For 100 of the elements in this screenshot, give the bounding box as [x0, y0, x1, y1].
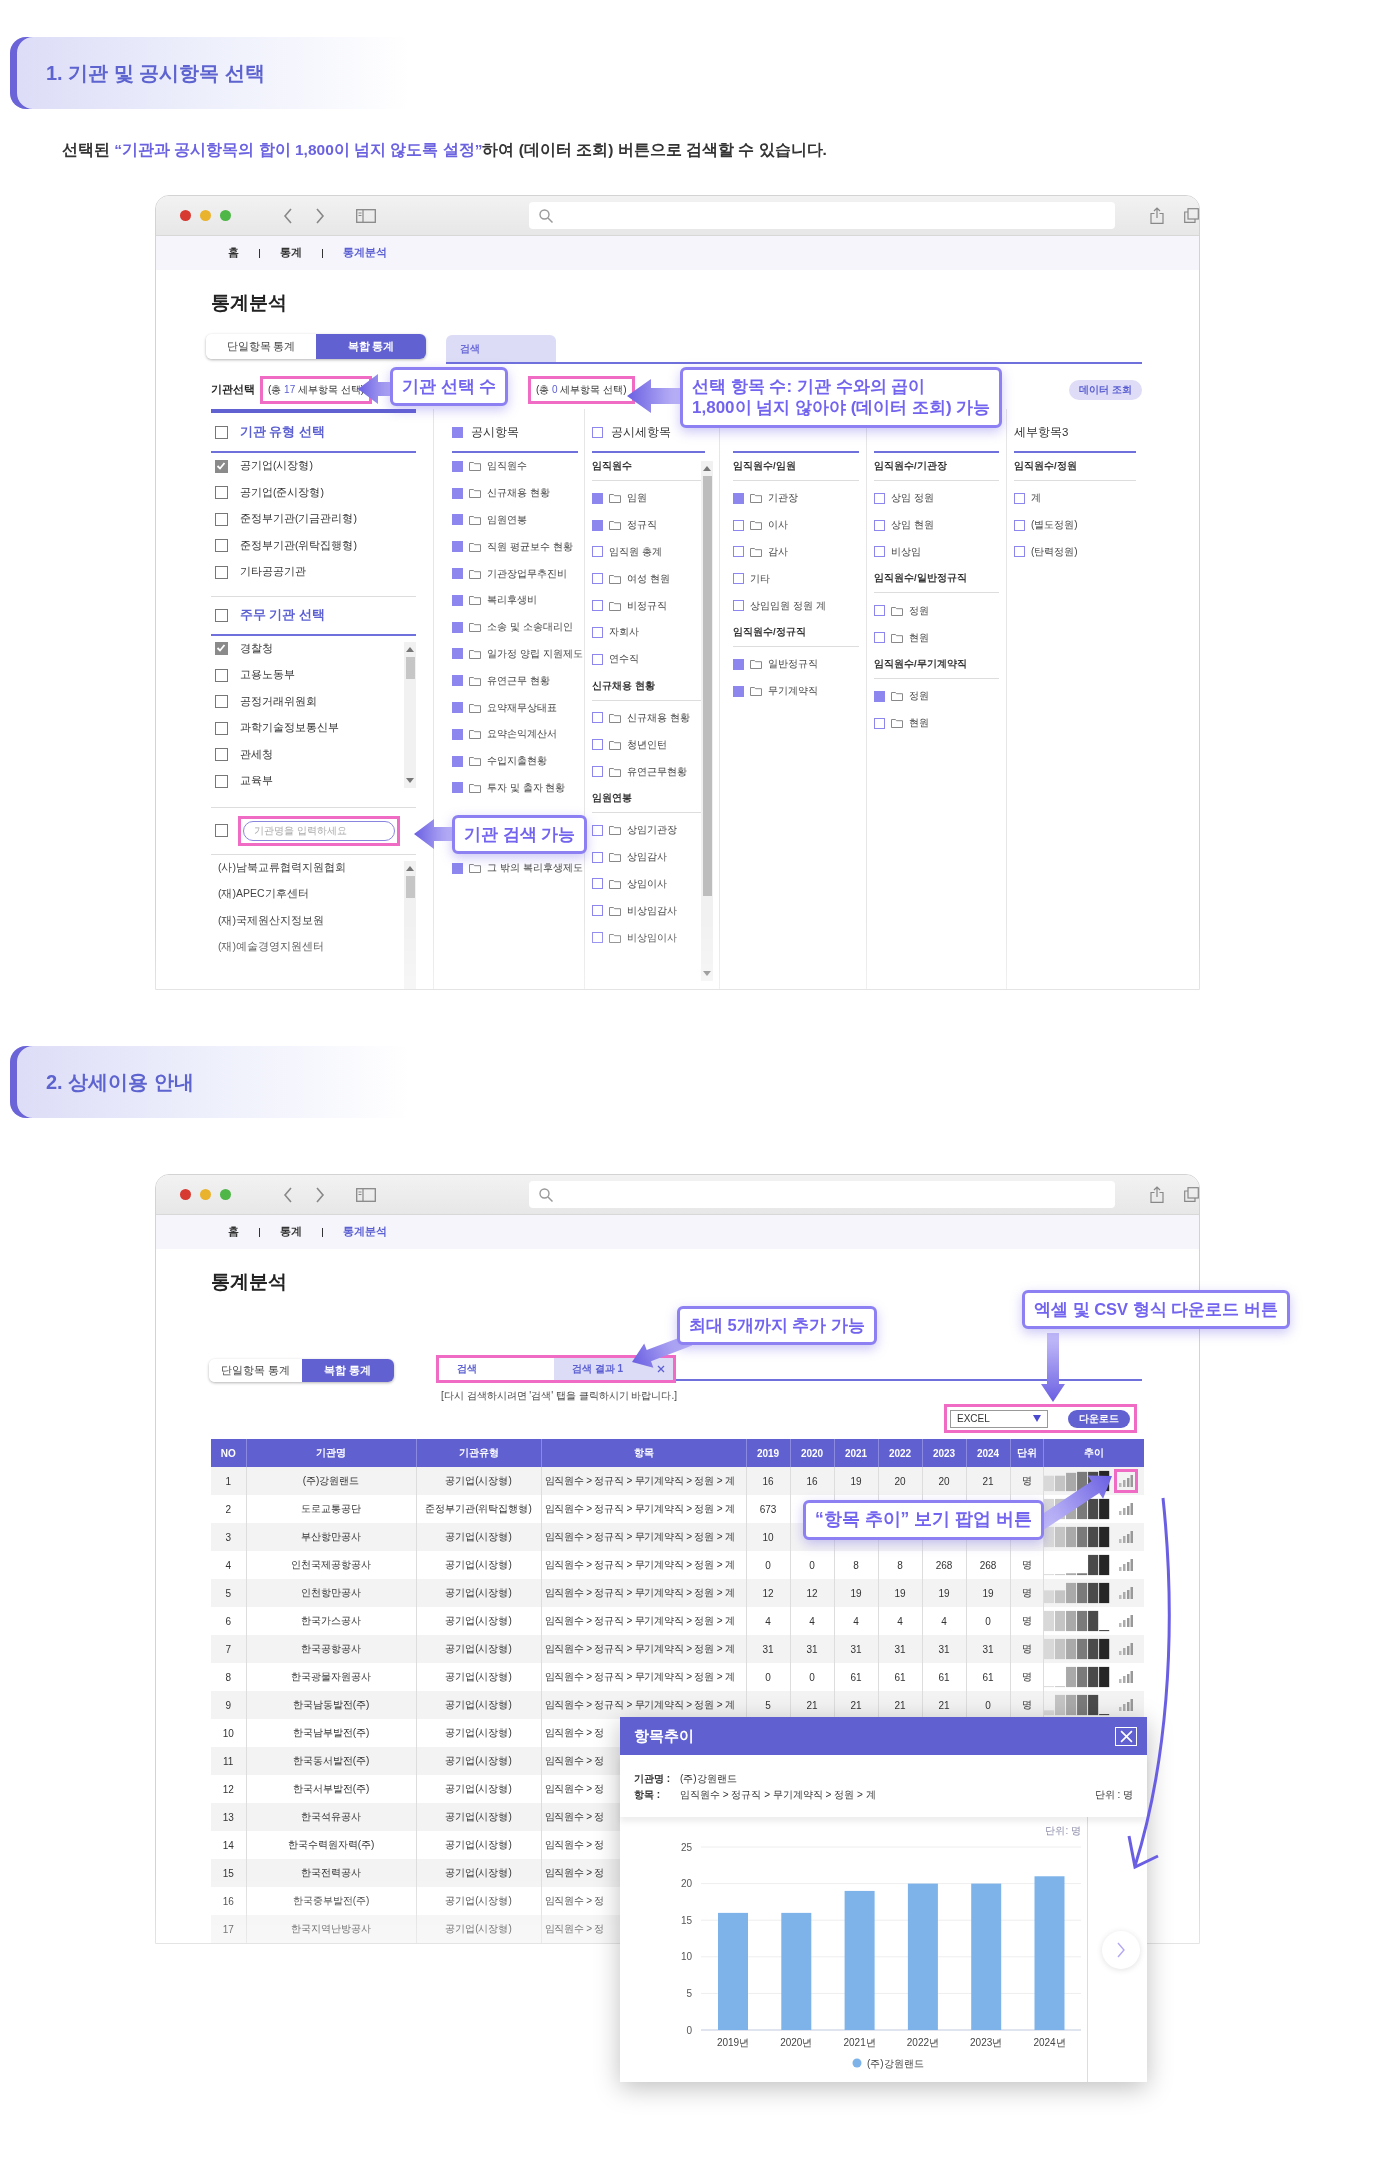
column-header[interactable]: 2022 [878, 1439, 922, 1467]
checkbox[interactable] [452, 862, 463, 874]
checkbox[interactable] [733, 600, 744, 612]
breadcrumb-link[interactable]: 통계분석 [343, 246, 387, 260]
download-button[interactable]: 다운로드 [1068, 1409, 1130, 1428]
checkbox[interactable] [215, 721, 228, 735]
tab[interactable]: 단일항목 통계 [206, 334, 316, 359]
checkbox[interactable] [215, 668, 228, 682]
format-select[interactable]: EXCEL [950, 1409, 1048, 1428]
checkbox[interactable] [874, 546, 885, 558]
checkbox[interactable] [215, 774, 228, 788]
checkbox[interactable] [592, 905, 603, 917]
checkbox[interactable] [874, 632, 885, 644]
column-header[interactable]: 2019 [746, 1439, 790, 1467]
breadcrumb-link[interactable]: 홈 [228, 1225, 239, 1239]
tab[interactable]: 복합 통계 [316, 334, 426, 359]
share-icon[interactable] [1150, 1186, 1164, 1203]
back-icon[interactable] [283, 1186, 293, 1203]
checkbox[interactable] [1014, 519, 1025, 531]
back-icon[interactable] [283, 207, 293, 224]
column-header[interactable]: 추이 [1043, 1439, 1144, 1467]
close-button[interactable] [1115, 1726, 1137, 1746]
checkbox[interactable] [592, 739, 603, 751]
column-header[interactable]: 2020 [790, 1439, 834, 1467]
checkbox[interactable] [452, 702, 463, 714]
checkbox[interactable] [1014, 546, 1025, 558]
maximize-button[interactable] [220, 1189, 231, 1200]
checkbox[interactable] [733, 519, 744, 531]
checkbox[interactable] [592, 519, 603, 531]
tab[interactable]: 복합 통계 [301, 1359, 394, 1382]
checkbox[interactable] [215, 565, 228, 579]
checkbox[interactable] [215, 748, 228, 762]
tab[interactable]: 검색 결과 1 [554, 1358, 673, 1380]
close-button[interactable] [180, 1189, 191, 1200]
checkbox[interactable] [452, 782, 463, 794]
minimize-button[interactable] [200, 210, 211, 221]
checkbox[interactable] [215, 824, 228, 837]
checkbox[interactable] [592, 766, 603, 778]
checkbox[interactable] [452, 487, 463, 499]
checkbox[interactable] [592, 824, 603, 836]
checkbox[interactable] [215, 695, 228, 709]
minimize-button[interactable] [200, 1189, 211, 1200]
close-button[interactable] [180, 210, 191, 221]
checkbox[interactable] [452, 568, 463, 580]
checkbox[interactable] [592, 626, 603, 638]
share-icon[interactable] [1150, 207, 1164, 224]
checkbox[interactable] [215, 459, 228, 473]
scrollbar[interactable] [701, 461, 713, 981]
checkbox[interactable] [215, 486, 228, 500]
chart-button[interactable] [1113, 1469, 1138, 1493]
checkbox[interactable] [874, 492, 885, 504]
checkbox[interactable] [874, 717, 885, 729]
checkbox[interactable] [1014, 492, 1025, 504]
forward-icon[interactable] [315, 1186, 325, 1203]
checkbox[interactable] [592, 851, 603, 863]
checkbox[interactable] [874, 519, 885, 531]
maximize-button[interactable] [220, 210, 231, 221]
column-header[interactable]: 2021 [834, 1439, 878, 1467]
query-button[interactable]: 데이터 조회 [1069, 380, 1142, 400]
checkbox[interactable] [452, 426, 463, 438]
search-field[interactable]: 기관명을 입력하세요 [243, 820, 395, 841]
checkbox[interactable] [733, 546, 744, 558]
forward-icon[interactable] [315, 207, 325, 224]
checkbox[interactable] [452, 594, 463, 606]
column-header[interactable]: 2023 [922, 1439, 966, 1467]
tabs-icon[interactable] [1184, 208, 1199, 223]
checkbox[interactable] [592, 573, 603, 585]
scrollbar[interactable] [404, 641, 416, 788]
tabs-icon[interactable] [1184, 1187, 1199, 1202]
checkbox[interactable] [874, 690, 885, 702]
checkbox[interactable] [215, 642, 228, 656]
checkbox[interactable] [592, 878, 603, 890]
checkbox[interactable] [592, 600, 603, 612]
checkbox[interactable] [733, 658, 744, 670]
checkbox[interactable] [592, 712, 603, 724]
checkbox[interactable] [592, 492, 603, 504]
list-item[interactable]: (재)APEC기후센터 [211, 881, 404, 908]
checkbox[interactable] [215, 425, 228, 439]
checkbox[interactable] [452, 514, 463, 526]
checkbox[interactable] [452, 541, 463, 553]
sidebar-icon[interactable] [356, 1187, 376, 1202]
sidebar-icon[interactable] [356, 208, 376, 223]
checkbox[interactable] [452, 460, 463, 472]
checkbox[interactable] [874, 605, 885, 617]
breadcrumb-link[interactable]: 통계 [280, 1225, 302, 1239]
checkbox[interactable] [733, 573, 744, 585]
column-header[interactable]: 기관유형 [416, 1439, 541, 1467]
checkbox[interactable] [452, 621, 463, 633]
checkbox[interactable] [592, 426, 603, 438]
scrollbar[interactable] [404, 860, 416, 989]
column-header[interactable]: 항목 [541, 1439, 746, 1467]
checkbox[interactable] [215, 608, 228, 622]
column-header[interactable]: NO [211, 1439, 246, 1467]
checkbox[interactable] [215, 512, 228, 526]
checkbox[interactable] [592, 932, 603, 944]
checkbox[interactable] [452, 755, 463, 767]
checkbox[interactable] [733, 685, 744, 697]
breadcrumb-link[interactable]: 통계분석 [343, 1225, 387, 1239]
column-header[interactable]: 기관명 [246, 1439, 416, 1467]
column-header[interactable]: 2024 [966, 1439, 1010, 1467]
